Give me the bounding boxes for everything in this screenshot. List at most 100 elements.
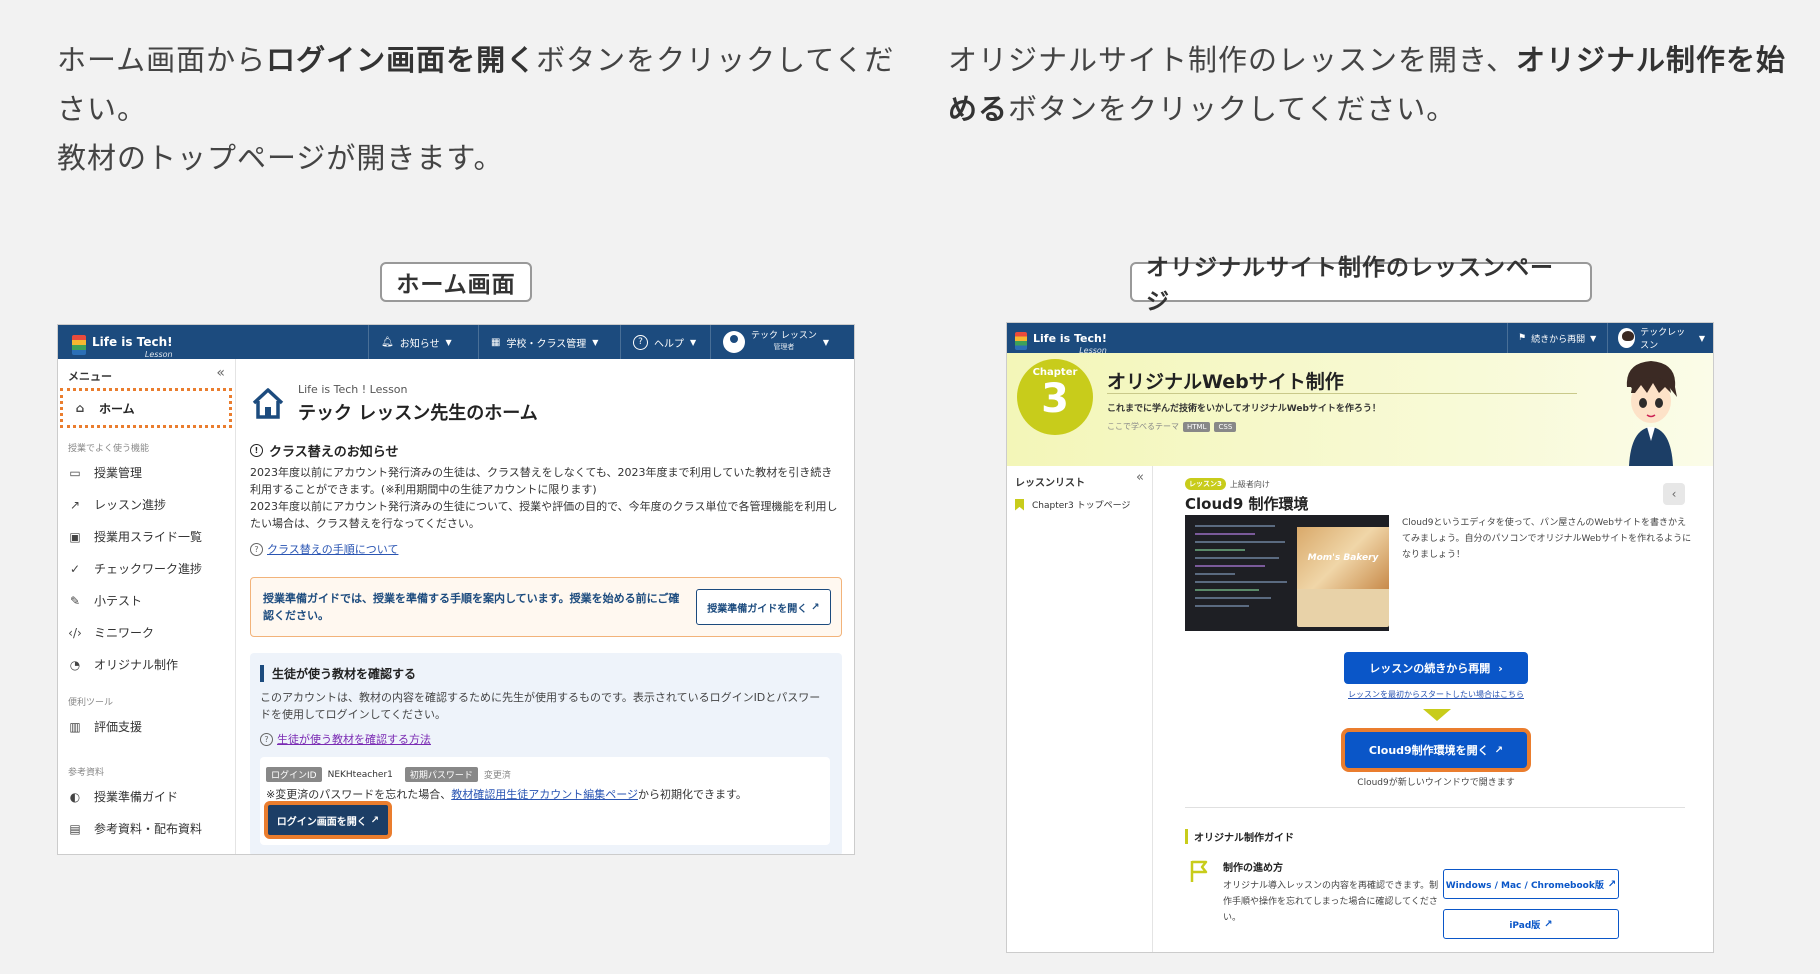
student-account-edit-link[interactable]: 教材確認用生徒アカウント編集ページ bbox=[451, 788, 638, 801]
lesson-sidebar: レッスンリスト « Chapter3 トップページ bbox=[1007, 466, 1153, 952]
guide-subheading: 制作の進め方 bbox=[1223, 863, 1283, 874]
question-icon: ? bbox=[260, 732, 273, 746]
collapse-sidebar-icon[interactable]: « bbox=[1136, 470, 1144, 485]
instruction-right-text: オリジナルサイト制作のレッスンを開き、 bbox=[948, 43, 1516, 77]
collapse-sidebar-icon[interactable]: « bbox=[216, 365, 225, 381]
sidebar-item-original[interactable]: ◔ オリジナル制作 bbox=[68, 656, 178, 673]
resume-menu[interactable]: ⚑ 続きから再開 ▼ bbox=[1507, 323, 1607, 353]
monitor-icon: ▣ bbox=[69, 529, 81, 544]
instruction-right-text-2: ボタンをクリックしてください。 bbox=[1008, 92, 1457, 126]
caption-home-screen: ホーム画面 bbox=[380, 262, 532, 302]
chevron-down-icon: ▼ bbox=[592, 337, 599, 347]
notice-paragraph-1: 2023年度以前にアカウント発行済みの生徒は、クラス替えをしなくても、2023年… bbox=[250, 466, 833, 496]
sidebar-item-lesson-management[interactable]: ▭ 授業管理 bbox=[68, 464, 142, 481]
home-logo[interactable]: Life is Tech! Lesson bbox=[72, 331, 173, 359]
caption-lesson-page: オリジナルサイト制作のレッスンページ bbox=[1130, 255, 1592, 315]
student-materials-panel: 生徒が使う教材を確認する このアカウントは、教材の内容を確認するために先生が使用… bbox=[250, 653, 842, 854]
theme-tag: HTML bbox=[1183, 421, 1211, 432]
sidebar-item-quiz[interactable]: ✎ 小テスト bbox=[68, 592, 142, 609]
sidebar-item-label: 小テスト bbox=[94, 594, 143, 608]
bakery-logo-text: Mom's Bakery bbox=[1297, 527, 1389, 589]
student-materials-link[interactable]: 生徒が使う教材を確認する方法 bbox=[277, 731, 431, 747]
user-menu[interactable]: テック レッスン 管理者 ▼ bbox=[710, 325, 854, 359]
logo-mark-icon bbox=[72, 335, 86, 355]
resume-lesson-button[interactable]: レッスンの続きから再開 › bbox=[1344, 652, 1528, 684]
sidebar-item-label: 授業用スライド一覧 bbox=[94, 530, 203, 544]
chapter-number: 3 bbox=[1041, 376, 1069, 422]
chevron-down-icon: ▼ bbox=[690, 337, 697, 347]
sidebar-item-label: ホーム bbox=[99, 401, 135, 416]
button-label: 授業準備ガイドを開く bbox=[707, 603, 808, 615]
school-class-menu[interactable]: ▦ 学校・クラス管理 ▼ bbox=[478, 325, 620, 359]
chapter-title: オリジナルWebサイト制作 bbox=[1107, 371, 1344, 393]
notice-paragraph-2: 2023年度以前にアカウント発行済みの生徒について、授業や評価の目的で、今年度の… bbox=[250, 500, 838, 530]
sidebar-item-miniwork[interactable]: ‹/› ミニワーク bbox=[68, 624, 154, 641]
password-value: 変更済 bbox=[483, 771, 511, 781]
sidebar-item-references[interactable]: ▤ 参考資料・配布資料 bbox=[68, 820, 202, 837]
sidebar-item-lesson-progress[interactable]: ↗ レッスン進捗 bbox=[68, 496, 166, 513]
notice-help-link[interactable]: ? クラス替えの手順について bbox=[250, 541, 398, 557]
chapter-themes: ここで学べるテーマ HTML CSS bbox=[1107, 421, 1237, 432]
instruction-left-line-2: 教材のトップページが開きます。 bbox=[57, 141, 504, 175]
lesson-number-badge: レッスン3 bbox=[1185, 478, 1226, 490]
lesson-logo[interactable]: Life is Tech! Lesson bbox=[1015, 327, 1107, 355]
sidebar-section-frequent: 授業でよく使う機能 bbox=[68, 444, 150, 454]
chevron-down-icon: ▼ bbox=[822, 337, 830, 347]
lesson-title: Cloud9 制作環境 bbox=[1185, 495, 1309, 513]
chapter-description: これまでに学んだ技術をいかしてオリジナルWebサイトを作ろう！ bbox=[1107, 404, 1381, 414]
notice-heading: ! クラス替えのお知らせ bbox=[250, 441, 398, 460]
sidebar-section-tools: 便利ツール bbox=[68, 698, 114, 708]
notice-title: クラス替えのお知らせ bbox=[269, 445, 399, 460]
logo-text: Life is Tech! bbox=[92, 335, 173, 349]
flag-icon: ⚑ bbox=[1518, 333, 1527, 343]
lesson-page-screenshot: Life is Tech! Lesson ⚑ 続きから再開 ▼ テックレッスン … bbox=[1006, 322, 1714, 953]
external-link-icon: ↗ bbox=[370, 814, 380, 826]
button-label: レッスンの続きから再開 bbox=[1369, 662, 1491, 675]
check-circle-icon: ✓ bbox=[69, 561, 81, 576]
password-tag: 初期パスワード bbox=[404, 767, 478, 782]
home-icon bbox=[252, 388, 284, 419]
notifications-menu[interactable]: 🔔︎ お知らせ ▼ bbox=[368, 325, 478, 359]
guide-pc-button[interactable]: Windows / Mac / Chromebook版 ↗ bbox=[1443, 869, 1619, 899]
logo-text: Life is Tech! bbox=[1033, 332, 1107, 345]
sidebar-item-evaluation[interactable]: ▥ 評価支援 bbox=[68, 718, 142, 735]
guide-ipad-button[interactable]: iPad版 ↗ bbox=[1443, 909, 1619, 939]
credentials-row: ログインID NEKHteacher1 初期パスワード 変更済 bbox=[266, 767, 511, 782]
open-cloud9-button[interactable]: Cloud9制作環境を開く ↗ bbox=[1341, 728, 1531, 772]
credentials-box: ログインID NEKHteacher1 初期パスワード 変更済 ※変更済のパスワ… bbox=[260, 757, 830, 845]
sidebar-item-checkwork[interactable]: ✓ チェックワーク進捗 bbox=[68, 560, 202, 577]
sidebar-item-label: 参考資料・配布資料 bbox=[94, 822, 203, 836]
class-change-link[interactable]: クラス替えの手順について bbox=[267, 541, 398, 557]
button-label: Cloud9制作環境を開く bbox=[1368, 744, 1489, 757]
school-class-label: 学校・クラス管理 bbox=[506, 338, 587, 350]
lesson-topbar: Life is Tech! Lesson ⚑ 続きから再開 ▼ テックレッスン … bbox=[1007, 323, 1713, 355]
arrow-down-icon bbox=[1423, 709, 1451, 721]
flag-icon bbox=[1190, 860, 1208, 882]
cloud9-note: Cloud9が新しいウインドウで開きます bbox=[1357, 778, 1515, 788]
reset-note: ※変更済のパスワードを忘れた場合、教材確認用生徒アカウント編集ページから初期化で… bbox=[266, 786, 747, 802]
chart-icon: ▥ bbox=[69, 719, 81, 734]
bell-icon: 🔔︎ bbox=[381, 336, 394, 348]
student-help-link[interactable]: ? 生徒が使う教材を確認する方法 bbox=[260, 731, 431, 747]
open-prep-guide-button[interactable]: 授業準備ガイドを開く ↗ bbox=[696, 589, 831, 625]
prep-guide-text: 授業準備ガイドでは、授業を準備する手順を案内しています。授業を始める前にご確認く… bbox=[263, 592, 680, 622]
external-link-icon: ↗ bbox=[1494, 744, 1504, 756]
sidebar-item-home[interactable]: ⌂ ホーム bbox=[60, 388, 232, 428]
shield-icon: ◐ bbox=[69, 789, 81, 804]
cloud9-editor-thumbnail: Mom's Bakery bbox=[1185, 515, 1389, 631]
restart-lesson-link[interactable]: レッスンを最初からスタートしたい場合はこちら bbox=[1334, 689, 1538, 700]
sidebar-item-slides[interactable]: ▣ 授業用スライド一覧 bbox=[68, 528, 202, 545]
open-login-screen-button[interactable]: ログイン画面を開く ↗ bbox=[264, 801, 392, 839]
sidebar-item-prep-guide[interactable]: ◐ 授業準備ガイド bbox=[68, 788, 178, 805]
user-name: テック レッスン bbox=[751, 331, 817, 341]
trend-icon: ↗ bbox=[69, 497, 81, 512]
back-button[interactable]: ‹ bbox=[1663, 483, 1685, 505]
lesson-badge-row: レッスン3 上級者向け bbox=[1185, 478, 1270, 490]
user-menu[interactable]: テックレッスン ▼ bbox=[1607, 323, 1713, 353]
banner-divider bbox=[1107, 393, 1577, 394]
help-menu[interactable]: ? ヘルプ ▼ bbox=[620, 325, 710, 359]
external-link-icon: ↗ bbox=[811, 601, 820, 613]
guide-description: オリジナル導入レッスンの内容を再確認できます。制作手順や操作を忘れてしまった場合… bbox=[1223, 881, 1439, 923]
logo-sub: Lesson bbox=[144, 350, 173, 359]
sidebar-item-chapter3-top[interactable]: Chapter3 トップページ bbox=[1015, 498, 1130, 511]
